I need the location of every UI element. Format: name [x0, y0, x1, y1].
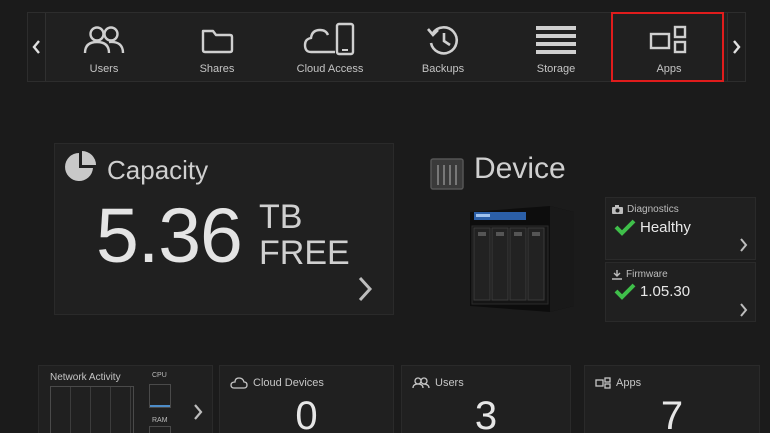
folder-icon [199, 22, 235, 58]
apps-label: Apps [616, 377, 642, 389]
apps-icon [595, 377, 611, 389]
nav-cloud-access[interactable]: Cloud Access [275, 13, 385, 81]
chevron-left-icon [32, 40, 40, 54]
nas-device-image [460, 202, 575, 319]
diagnostics-card[interactable]: Diagnostics Healthy [605, 197, 756, 260]
capacity-unit: TB [259, 198, 303, 236]
device-title: Device [474, 152, 566, 185]
diagnostics-status: Healthy [640, 218, 691, 236]
nav-label: Users [89, 63, 119, 75]
nav-shares[interactable]: Shares [162, 13, 272, 81]
checkmark-icon [614, 219, 636, 236]
firmware-card[interactable]: Firmware 1.05.30 [605, 262, 756, 322]
nav-next-button[interactable] [727, 13, 745, 81]
cloud-devices-card[interactable]: Cloud Devices 0 [219, 365, 394, 433]
capacity-title: Capacity [107, 155, 209, 185]
nav-label: Backups [421, 63, 465, 75]
cloud-devices-label: Cloud Devices [253, 377, 324, 389]
camera-icon [612, 205, 623, 214]
apps-card[interactable]: Apps 7 [584, 365, 760, 433]
device-icon [429, 155, 465, 196]
chevron-right-icon [733, 40, 741, 54]
diagnostics-label: Diagnostics [627, 204, 679, 215]
users-icon [82, 22, 126, 58]
network-activity-label: Network Activity [50, 372, 121, 383]
apps-label-row: Apps [595, 377, 641, 389]
cpu-meter-fill [150, 405, 170, 407]
cloud-icon [230, 377, 248, 389]
cloud-phone-icon [303, 22, 357, 58]
nav-storage[interactable]: Storage [501, 13, 611, 81]
apps-highlight-box [611, 12, 724, 82]
firmware-label-row: Firmware [612, 269, 668, 280]
cpu-meter [149, 384, 171, 408]
cpu-label: CPU [152, 372, 167, 379]
chevron-right-icon[interactable] [739, 238, 748, 257]
cloud-devices-label-row: Cloud Devices [230, 377, 324, 389]
nav-label: Shares [199, 63, 235, 75]
download-icon [612, 269, 622, 280]
firmware-version: 1.05.30 [640, 282, 691, 300]
cloud-devices-count: 0 [295, 394, 318, 433]
network-activity-card[interactable]: Network Activity CPU RAM [38, 365, 213, 433]
nav-label: Storage [536, 63, 576, 75]
nav-backups[interactable]: Backups [388, 13, 498, 81]
capacity-value: 5.36 [96, 193, 243, 279]
storage-icon [535, 22, 577, 58]
network-activity-graph [50, 386, 134, 433]
users-count: 3 [474, 394, 498, 433]
users-label: Users [435, 377, 464, 389]
capacity-card[interactable]: Capacity 5.36 TB FREE [54, 143, 394, 315]
firmware-status-row: 1.05.30 [614, 282, 690, 300]
chevron-right-icon[interactable] [357, 276, 373, 307]
capacity-free-label: FREE [259, 234, 350, 272]
chevron-right-icon[interactable] [739, 303, 748, 322]
users-label-row: Users [412, 377, 464, 389]
checkmark-icon [614, 283, 636, 300]
diagnostics-label-row: Diagnostics [612, 204, 679, 215]
users-icon [412, 377, 430, 389]
firmware-label: Firmware [626, 269, 668, 280]
ram-label: RAM [152, 417, 168, 424]
chevron-right-icon[interactable] [193, 404, 203, 425]
pie-chart-icon [63, 150, 97, 189]
ram-meter [149, 426, 171, 433]
nav-prev-button[interactable] [28, 13, 46, 81]
nav-users[interactable]: Users [49, 13, 159, 81]
diagnostics-status-row: Healthy [614, 218, 691, 236]
users-card[interactable]: Users 3 [401, 365, 571, 433]
nav-label: Cloud Access [296, 63, 364, 75]
history-icon [425, 22, 461, 58]
apps-count: 7 [660, 394, 684, 433]
